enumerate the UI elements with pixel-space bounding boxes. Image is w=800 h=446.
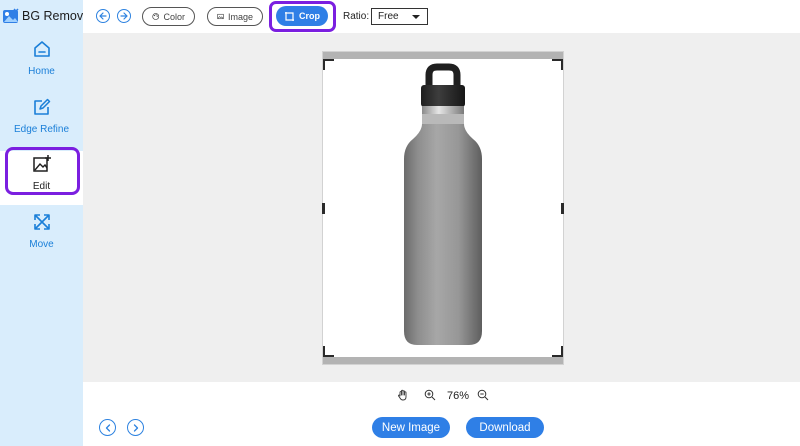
ratio-label: Ratio:	[343, 11, 370, 22]
previous-button[interactable]	[99, 419, 116, 436]
chevron-right-icon	[133, 423, 138, 432]
chevron-left-icon	[105, 423, 110, 432]
crop-handle-bottom-left[interactable]	[323, 346, 334, 357]
zoom-level: 76%	[447, 390, 470, 402]
download-button[interactable]: Download	[466, 417, 544, 438]
sidebar-item-label: Home	[28, 66, 55, 77]
sidebar-item-home[interactable]: Home	[0, 36, 83, 90]
image-button[interactable]: Image	[207, 7, 263, 26]
color-button[interactable]: Color	[142, 7, 195, 26]
sidebar: BG Remover Home Edge Refine Edit Move	[0, 0, 94, 446]
sidebar-item-label: Move	[29, 239, 54, 250]
app-brand: BG Remover	[2, 7, 94, 25]
crop-handle-right[interactable]	[561, 203, 564, 214]
crop-handle-bottom-right[interactable]	[552, 346, 563, 357]
hand-pan-icon[interactable]	[397, 389, 409, 401]
top-toolbar: Color Image Crop Ratio: Free	[83, 0, 800, 33]
undo-button[interactable]	[96, 9, 110, 23]
home-icon	[33, 41, 50, 57]
bottom-bar: New Image Download	[83, 408, 800, 446]
sidebar-item-label: Edge Refine	[13, 124, 70, 135]
redo-button[interactable]	[117, 9, 131, 23]
crop-button-label: Crop	[299, 11, 320, 21]
crop-handle-top-left[interactable]	[323, 59, 334, 70]
crop-handle-top-right[interactable]	[552, 59, 563, 70]
new-image-button[interactable]: New Image	[372, 417, 450, 438]
zoom-out-icon[interactable]	[477, 389, 489, 401]
redo-icon	[120, 12, 128, 20]
sidebar-item-move[interactable]: Move	[0, 209, 83, 263]
editor-canvas	[83, 33, 800, 382]
palette-icon	[152, 13, 160, 20]
next-button[interactable]	[127, 419, 144, 436]
undo-icon	[99, 12, 107, 20]
zoom-in-icon[interactable]	[424, 389, 436, 401]
image-button-label: Image	[227, 11, 253, 22]
bottle-image	[404, 63, 482, 345]
color-button-label: Color	[163, 11, 185, 22]
chevron-down-icon	[412, 15, 420, 19]
image-icon	[217, 13, 224, 20]
crop-handle-left[interactable]	[322, 203, 325, 214]
sidebar-item-edit[interactable]: Edit	[0, 151, 83, 205]
ratio-select[interactable]: Free	[371, 8, 428, 25]
sidebar-item-label: Edit	[32, 181, 51, 192]
zoom-bar: 76%	[83, 382, 800, 408]
crop-frame[interactable]	[322, 52, 564, 364]
edge-refine-icon	[33, 98, 50, 115]
crop-icon	[285, 11, 294, 21]
sidebar-item-edge-refine[interactable]: Edge Refine	[0, 94, 83, 148]
ratio-select-value: Free	[378, 11, 399, 22]
bg-remover-logo-icon	[3, 8, 19, 23]
move-icon	[33, 214, 50, 230]
crop-button[interactable]: Crop	[276, 6, 328, 26]
edit-image-icon	[32, 155, 51, 172]
